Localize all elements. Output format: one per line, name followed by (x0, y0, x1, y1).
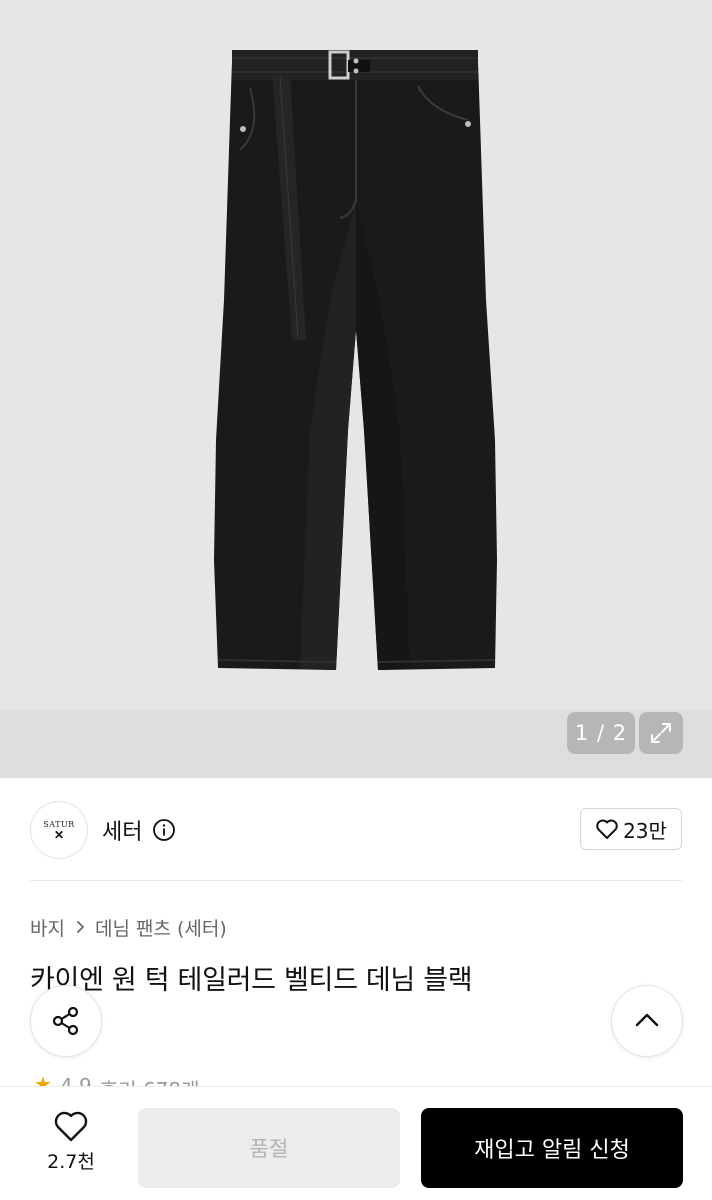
brand-like-button[interactable]: 23만 (580, 808, 682, 850)
brand-name[interactable]: 세터 (102, 814, 142, 846)
brand-like-count: 23만 (623, 818, 667, 843)
product-title: 카이엔 원 턱 테일러드 벨티드 데님 블랙 (30, 965, 473, 996)
wishlist-count: 2.7천 (47, 1151, 95, 1173)
product-image (214, 50, 497, 670)
share-button[interactable] (30, 985, 102, 1057)
chevron-right-icon (77, 921, 84, 933)
brand-logo-mark: ✕ (53, 827, 65, 842)
bottom-action-bar: 2.7천 품절 재입고 알림 신청 (0, 1086, 712, 1200)
product-image-gallery[interactable]: 1 / 2 (0, 0, 712, 778)
scroll-top-button[interactable] (611, 985, 683, 1057)
brand-row: SATUR ✕ 세터 23만 (30, 800, 682, 860)
expand-icon (651, 723, 671, 743)
restock-alert-button[interactable]: 재입고 알림 신청 (421, 1108, 683, 1188)
breadcrumb-category[interactable]: 바지 (30, 914, 65, 941)
share-icon (52, 1006, 79, 1036)
soldout-button[interactable]: 품절 (138, 1108, 400, 1188)
expand-image-button[interactable] (639, 712, 683, 754)
divider (30, 880, 682, 881)
breadcrumb: 바지 데님 팬츠 (세터) (30, 912, 227, 942)
gallery-page-indicator: 1 / 2 (567, 712, 635, 754)
breadcrumb-subcategory[interactable]: 데님 팬츠 (세터) (95, 914, 227, 941)
brand-logo[interactable]: SATUR ✕ (30, 801, 88, 859)
heart-outline-icon (596, 819, 618, 839)
chevron-up-icon (635, 1013, 659, 1027)
heart-outline-icon (54, 1111, 88, 1142)
wishlist-button[interactable]: 2.7천 (26, 1109, 116, 1181)
info-circle-icon[interactable] (152, 818, 176, 842)
